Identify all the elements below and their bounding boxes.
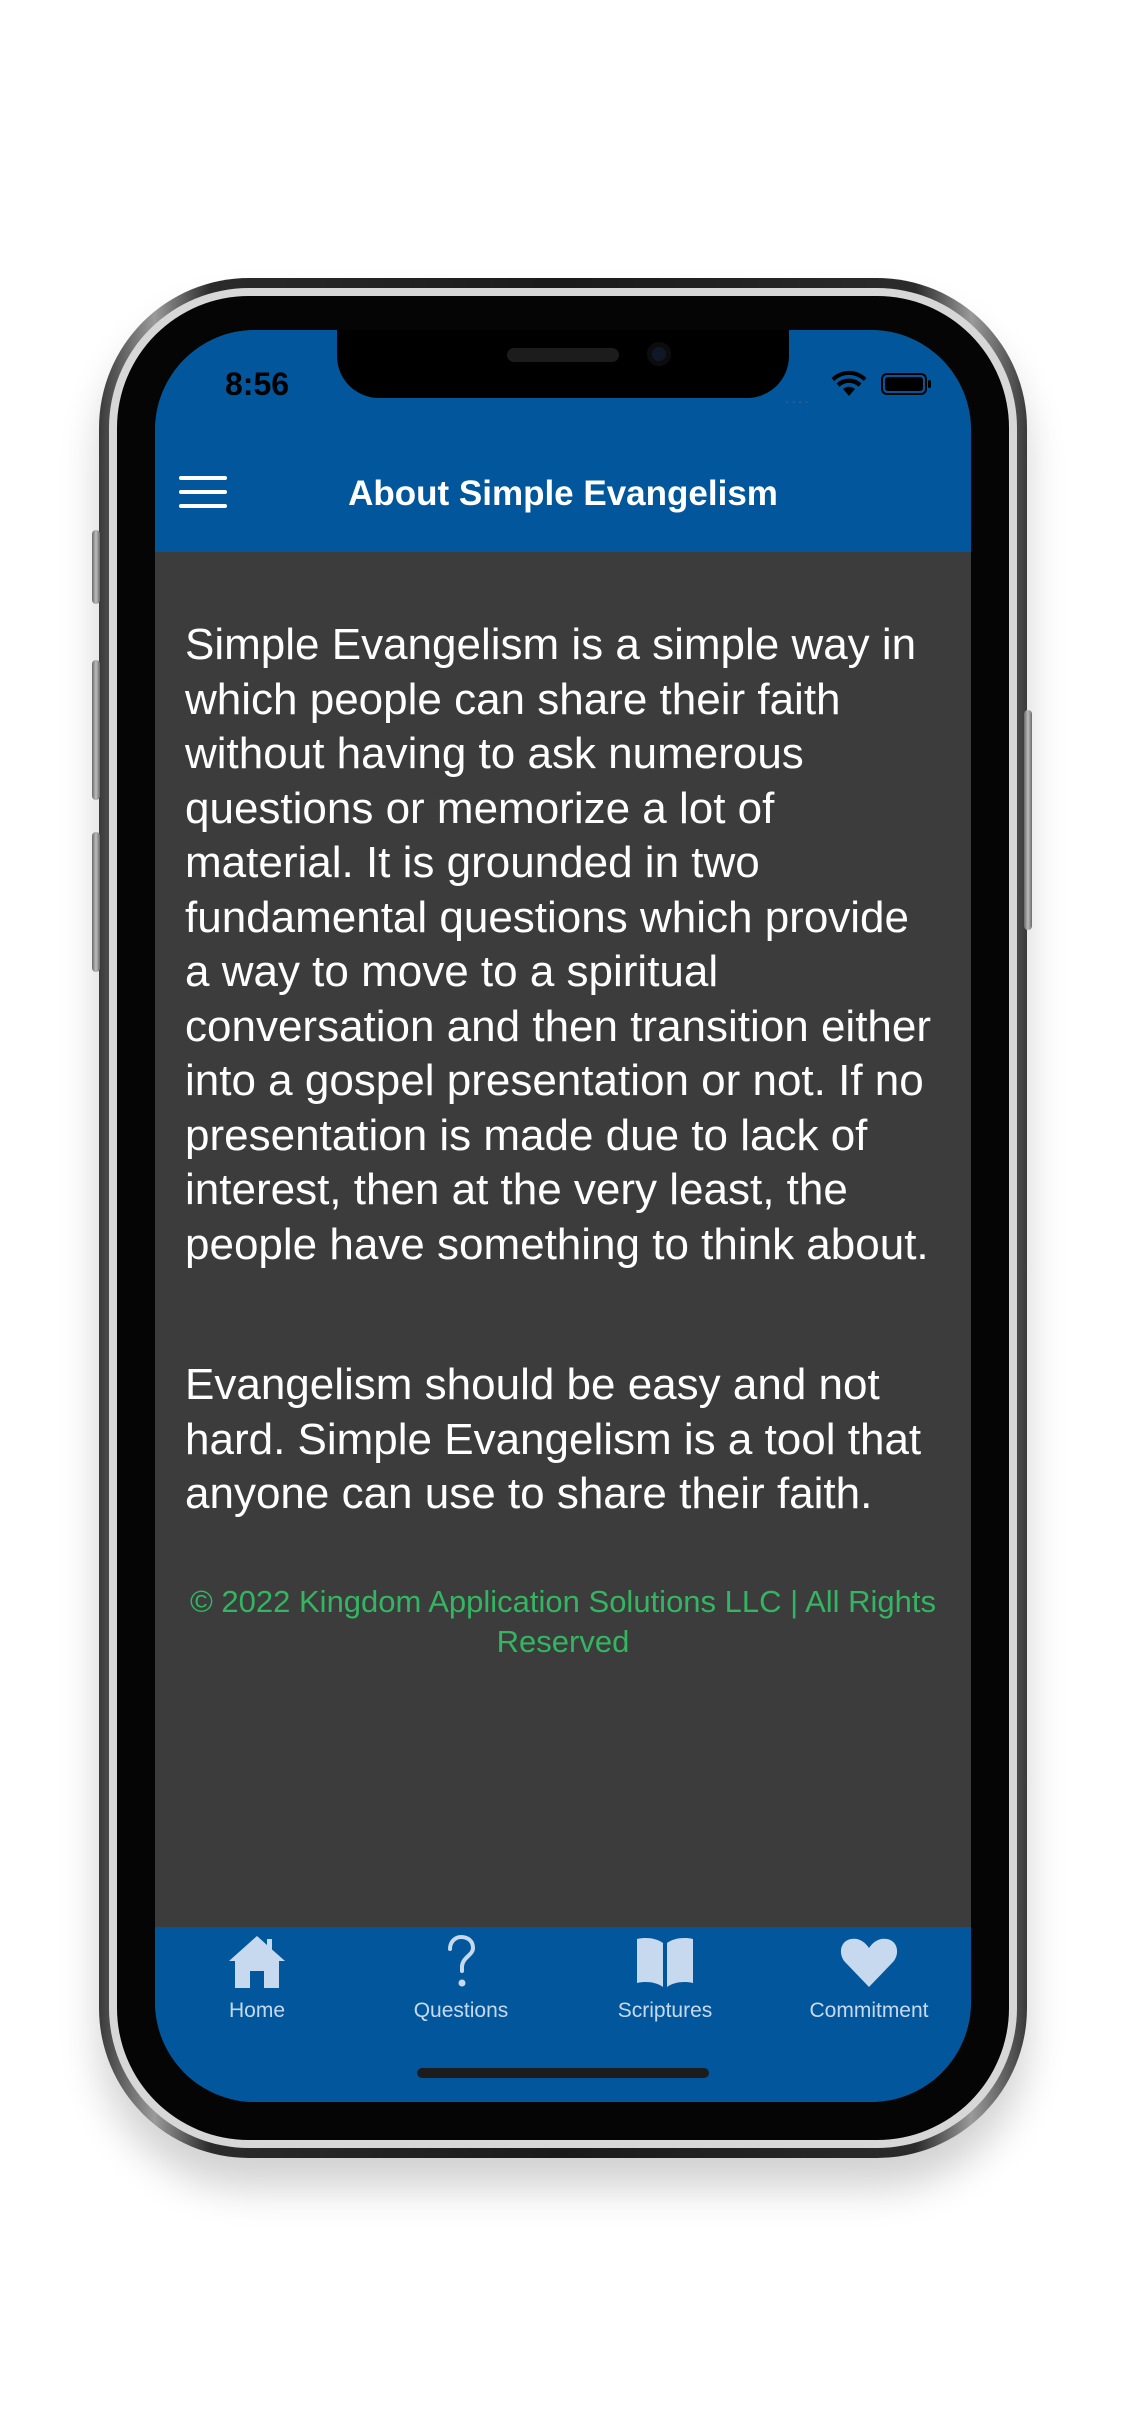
- copyright-text: © 2022 Kingdom Application Solutions LLC…: [189, 1584, 937, 1659]
- tab-scriptures[interactable]: Scriptures: [563, 1933, 767, 2043]
- home-icon: [229, 1936, 285, 1988]
- navigation-bar: About Simple Evangelism: [155, 440, 971, 552]
- tab-label: Scriptures: [617, 1999, 713, 2022]
- earpiece-speaker: [507, 348, 619, 362]
- wifi-icon: [831, 370, 867, 396]
- cellular-signal-icon: ....: [785, 390, 811, 407]
- about-paragraph: Simple Evangelism is a simple way in whi…: [185, 620, 932, 1269]
- home-indicator[interactable]: [417, 2068, 709, 2078]
- about-paragraph: Evangelism should be easy and not hard. …: [185, 1360, 922, 1518]
- mute-switch: [92, 530, 100, 604]
- tab-label: Commitment: [809, 1999, 929, 2022]
- volume-down-button: [92, 832, 100, 972]
- open-book-icon: [637, 1938, 693, 1987]
- tab-label: Home: [228, 1999, 286, 2022]
- volume-up-button: [92, 660, 100, 800]
- tab-questions[interactable]: Questions: [359, 1933, 563, 2043]
- app-screen: 8:56 .... About Simple Evangelism Simple…: [155, 330, 971, 2102]
- about-content: Simple Evangelism is a simple way in whi…: [155, 552, 971, 1952]
- status-bar: 8:56 ....: [155, 330, 971, 440]
- tab-commitment[interactable]: Commitment: [767, 1933, 971, 2043]
- notch: [337, 330, 789, 398]
- heart-icon: [840, 1938, 898, 1987]
- status-time: 8:56: [225, 366, 290, 402]
- tab-home[interactable]: Home: [155, 1933, 359, 2043]
- question-mark-icon: [448, 1934, 476, 1987]
- hamburger-menu-icon[interactable]: [179, 476, 227, 516]
- battery-icon: [881, 373, 931, 395]
- page-title: About Simple Evangelism: [348, 474, 778, 513]
- front-camera: [647, 342, 671, 366]
- tab-label: Questions: [413, 1999, 509, 2022]
- power-button: [1024, 710, 1032, 930]
